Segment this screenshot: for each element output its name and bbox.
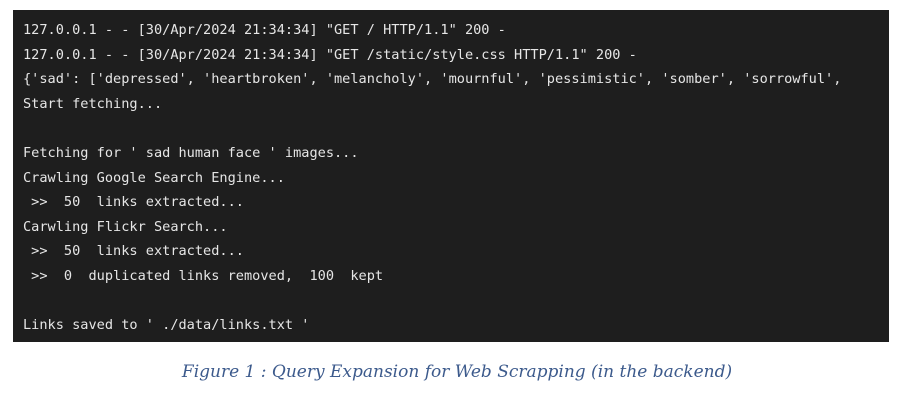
terminal-line: Crawling Google Search Engine... (23, 169, 285, 186)
terminal-line: Carwling Flickr Search... (23, 218, 228, 235)
terminal-line: >> 50 links extracted... (23, 194, 244, 211)
terminal-line: Fetching for ' sad human face ' images..… (23, 144, 359, 161)
terminal-line: Links saved to ' ./data/links.txt ' (23, 317, 310, 334)
figure-caption: Figure 1 : Query Expansion for Web Scrap… (181, 362, 733, 382)
terminal-line: {'sad': ['depressed', 'heartbroken', 'me… (23, 71, 842, 88)
terminal-line: Start fetching... (23, 95, 163, 112)
terminal-line: >> 0 duplicated links removed, 100 kept (23, 267, 384, 284)
terminal-output: 127.0.0.1 - - [30/Apr/2024 21:34:34] "GE… (13, 10, 889, 342)
terminal-line: >> 50 links extracted... (23, 243, 244, 260)
terminal-line: 127.0.0.1 - - [30/Apr/2024 21:34:34] "GE… (23, 22, 506, 38)
terminal-line: 127.0.0.1 - - [30/Apr/2024 21:34:34] "GE… (23, 46, 637, 63)
